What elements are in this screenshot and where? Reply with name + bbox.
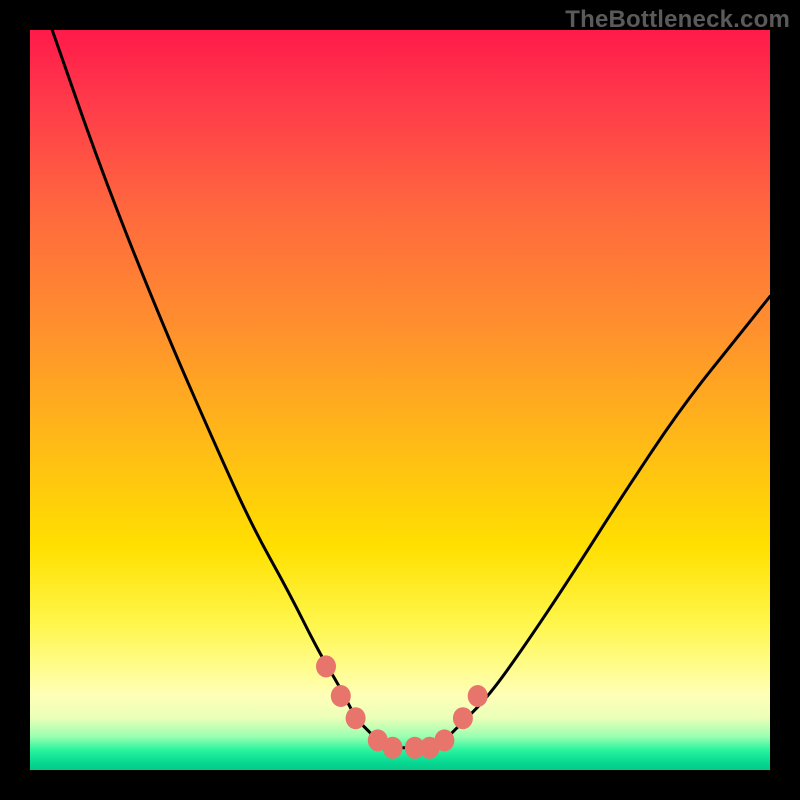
curve-line	[52, 30, 770, 748]
plot-area	[30, 30, 770, 770]
highlight-dot	[468, 685, 488, 707]
highlight-dot	[346, 707, 366, 729]
highlight-dot	[316, 655, 336, 677]
highlight-dot	[331, 685, 351, 707]
watermark-text: TheBottleneck.com	[565, 6, 790, 34]
highlight-dots	[316, 655, 488, 758]
highlight-dot	[383, 737, 403, 759]
chart-svg	[30, 30, 770, 770]
highlight-dot	[453, 707, 473, 729]
chart-frame: TheBottleneck.com	[0, 0, 800, 800]
highlight-dot	[434, 729, 454, 751]
